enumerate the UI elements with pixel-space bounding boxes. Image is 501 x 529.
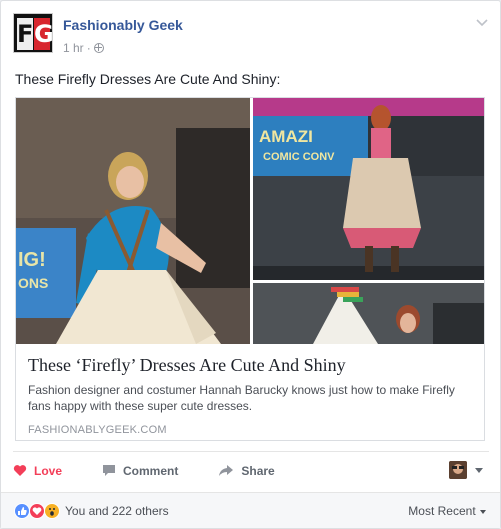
- post-meta: 1 hr ·: [63, 41, 104, 55]
- reactions-bar: You and 222 others Most Recent: [1, 492, 500, 528]
- love-reaction-icon[interactable]: [29, 503, 45, 519]
- heart-icon: [13, 465, 27, 476]
- image-sign-ons: ONS: [18, 275, 48, 291]
- link-domain: FASHIONABLYGEEK.COM: [28, 424, 167, 436]
- reactions-summary[interactable]: You and 222 others: [65, 504, 169, 518]
- actor-dropdown-caret-icon[interactable]: [475, 468, 483, 473]
- link-description: Fashion designer and costumer Hannah Bar…: [28, 383, 455, 413]
- attachment-image-left[interactable]: IG! ONS: [16, 98, 250, 344]
- link-body[interactable]: These ‘Firefly’ Dresses Are Cute And Shi…: [16, 344, 484, 440]
- love-button[interactable]: Love: [13, 464, 62, 478]
- comment-label: Comment: [123, 463, 179, 478]
- action-bar: Love Comment Share: [13, 451, 489, 489]
- comment-sort-dropdown[interactable]: Most Recent: [408, 504, 486, 518]
- logo-letter-g: G: [34, 18, 54, 50]
- image-sign-amazi: AMAZI: [259, 127, 313, 146]
- like-reaction-icon[interactable]: [14, 503, 30, 519]
- comment-button[interactable]: Comment: [102, 464, 178, 478]
- link-attachment[interactable]: IG! ONS AMAZI COMIC CONV These ‘Firefly’…: [15, 97, 485, 441]
- love-label: Love: [34, 463, 63, 478]
- post-card: F G Fashionably Geek 1 hr · These Firefl…: [0, 0, 501, 529]
- image-sign-comic-con: COMIC CONV: [263, 151, 335, 163]
- share-label: Share: [241, 463, 275, 478]
- attachment-image-right-top[interactable]: AMAZI COMIC CONV: [253, 98, 484, 280]
- image-sign-ig: IG!: [18, 249, 46, 271]
- comment-icon: [103, 465, 116, 476]
- page-avatar[interactable]: F G: [13, 13, 54, 53]
- share-button[interactable]: Share: [218, 463, 275, 478]
- share-arrow-icon: [219, 465, 234, 476]
- logo-letter-f: F: [17, 18, 34, 50]
- attachment-image-right-bottom[interactable]: [253, 283, 484, 344]
- post-time[interactable]: 1 hr: [63, 41, 84, 55]
- sort-caret-icon: [480, 509, 486, 514]
- post-text: These Firefly Dresses Are Cute And Shiny…: [15, 71, 281, 87]
- globe-icon: [93, 43, 104, 53]
- actor-avatar[interactable]: [449, 461, 467, 479]
- wow-reaction-icon[interactable]: [44, 503, 60, 519]
- link-title[interactable]: These ‘Firefly’ Dresses Are Cute And Shi…: [28, 354, 474, 376]
- post-options-chevron-icon[interactable]: [476, 19, 488, 27]
- post-header: F G Fashionably Geek 1 hr ·: [13, 13, 483, 57]
- meta-separator: ·: [86, 41, 91, 55]
- page-name-link[interactable]: Fashionably Geek: [63, 17, 183, 33]
- sort-label: Most Recent: [408, 504, 476, 518]
